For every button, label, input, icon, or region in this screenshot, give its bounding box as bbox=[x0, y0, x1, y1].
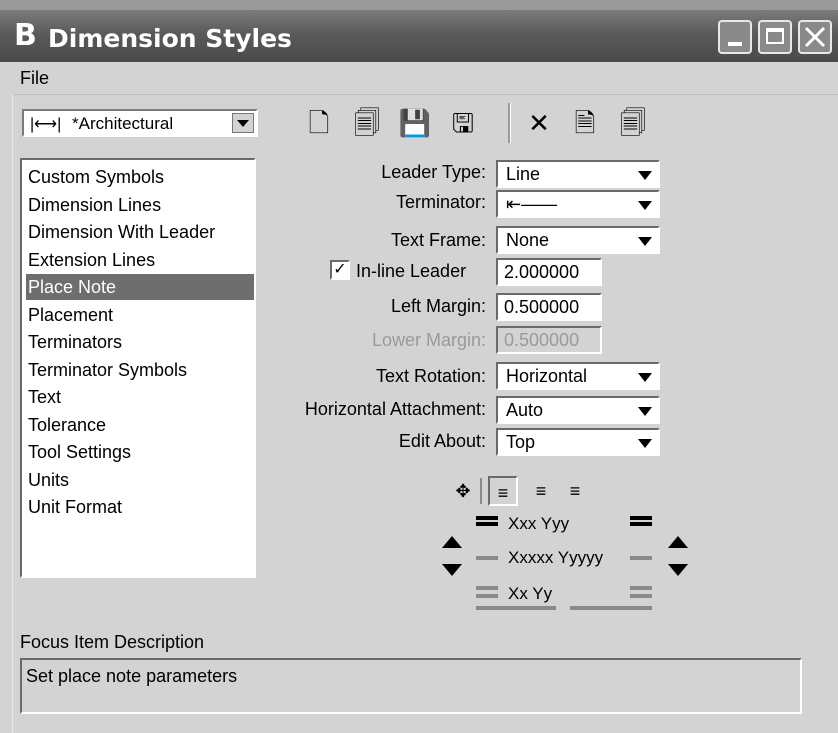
text-rotation-select[interactable]: Horizontal bbox=[496, 362, 660, 390]
menu-bar: File bbox=[0, 62, 838, 95]
category-list[interactable]: Custom Symbols Dimension Lines Dimension W… bbox=[20, 158, 256, 578]
preview-line-marker bbox=[630, 586, 652, 590]
minimize-button[interactable] bbox=[718, 20, 752, 54]
category-item[interactable]: Units bbox=[26, 467, 254, 493]
edit-about-label: Edit About: bbox=[398, 431, 486, 451]
left-margin-field[interactable]: 0.500000 bbox=[496, 293, 602, 321]
preview-up-arrow-icon[interactable] bbox=[442, 536, 462, 548]
maximize-icon bbox=[766, 28, 784, 44]
chevron-down-icon bbox=[638, 439, 652, 448]
new-style-icon[interactable]: 🗋 bbox=[300, 104, 338, 142]
leader-type-select[interactable]: Line bbox=[496, 160, 660, 188]
terminator-select[interactable]: ⇤—— bbox=[496, 190, 660, 218]
delete-icon[interactable]: ✕ bbox=[520, 104, 558, 142]
align-right-button[interactable]: ≡ bbox=[560, 476, 590, 506]
preview-line-marker bbox=[476, 556, 498, 560]
minimize-icon bbox=[728, 42, 742, 46]
preview-line-marker bbox=[630, 594, 652, 598]
chevron-down-icon bbox=[638, 171, 652, 180]
dimension-style-icon: |⟷| bbox=[30, 116, 62, 133]
preview-up-arrow-icon[interactable] bbox=[668, 536, 688, 548]
category-item[interactable]: Terminator Symbols bbox=[26, 357, 254, 383]
reset-icon[interactable]: 🗎 bbox=[566, 104, 604, 142]
preview-line-marker bbox=[476, 594, 498, 598]
horizontal-attachment-select[interactable]: Auto bbox=[496, 396, 660, 424]
close-icon bbox=[804, 26, 826, 48]
dimension-styles-window: B Dimension Styles File |⟷| *Architectur… bbox=[0, 0, 838, 733]
preview-line-3: Xx Yy bbox=[508, 584, 553, 603]
horizontal-attachment-label: Horizontal Attachment: bbox=[304, 399, 486, 419]
category-item[interactable]: Text bbox=[26, 384, 254, 410]
compare-icon[interactable]: 🗐 bbox=[614, 104, 652, 142]
chevron-down-icon bbox=[638, 201, 652, 210]
category-item[interactable]: Custom Symbols bbox=[26, 164, 254, 190]
text-frame-select[interactable]: None bbox=[496, 226, 660, 254]
inline-leader-label: In-line Leader bbox=[356, 261, 467, 281]
maximize-button[interactable] bbox=[758, 20, 792, 54]
category-item[interactable]: Extension Lines bbox=[26, 247, 254, 273]
terminator-label: Terminator: bbox=[395, 192, 486, 212]
preview-line-marker bbox=[630, 556, 652, 560]
preview-line-marker bbox=[476, 516, 498, 520]
menu-file[interactable]: File bbox=[20, 68, 49, 89]
preview-line-marker bbox=[476, 522, 498, 526]
chevron-down-icon bbox=[237, 120, 249, 127]
category-item[interactable]: Terminators bbox=[26, 329, 254, 355]
lower-margin-field: 0.500000 bbox=[496, 326, 602, 354]
preview-down-arrow-icon[interactable] bbox=[668, 564, 688, 576]
chevron-down-icon bbox=[638, 407, 652, 416]
text-rotation-label: Text Rotation: bbox=[375, 366, 486, 386]
category-item[interactable]: Dimension Lines bbox=[26, 192, 254, 218]
category-item[interactable]: Place Note bbox=[26, 274, 254, 300]
category-item[interactable]: Dimension With Leader bbox=[26, 219, 254, 245]
preview-underline bbox=[570, 606, 652, 610]
preview-down-arrow-icon[interactable] bbox=[442, 564, 462, 576]
lower-margin-label: Lower Margin: bbox=[371, 330, 486, 350]
note-preview: ✥ ≡ ≡ ≡ Xxx Yyy Xxxxx Yyyyy Xx Yy bbox=[440, 476, 690, 626]
preview-line-1: Xxx Yyy bbox=[508, 514, 570, 533]
move-handle-icon[interactable]: ✥ bbox=[448, 476, 478, 506]
left-margin-label: Left Margin: bbox=[390, 296, 486, 316]
chevron-down-icon bbox=[638, 237, 652, 246]
style-properties-icon[interactable]: 🗐 bbox=[348, 104, 386, 142]
close-button[interactable] bbox=[798, 20, 832, 54]
save-as-icon[interactable]: 🖫 bbox=[444, 104, 482, 142]
inline-leader-field[interactable]: 2.000000 bbox=[496, 258, 602, 286]
category-item[interactable]: Unit Format bbox=[26, 494, 254, 520]
inline-leader-checkbox[interactable]: ✓ bbox=[330, 260, 350, 280]
bentley-b-icon: B bbox=[14, 18, 37, 53]
focus-item-description: Set place note parameters bbox=[20, 658, 802, 714]
category-item[interactable]: Placement bbox=[26, 302, 254, 328]
dimension-style-value: *Architectural bbox=[72, 114, 174, 133]
preview-line-marker bbox=[630, 522, 652, 526]
terminator-arrow-icon: ⇤—— bbox=[506, 194, 558, 214]
align-left-button[interactable]: ≡ bbox=[488, 476, 518, 506]
dimension-style-combo[interactable]: |⟷| *Architectural bbox=[22, 109, 258, 137]
focus-item-label: Focus Item Description bbox=[20, 632, 205, 652]
preview-separator bbox=[480, 478, 482, 504]
window-title: Dimension Styles bbox=[48, 24, 292, 53]
text-frame-label: Text Frame: bbox=[390, 230, 486, 250]
chevron-down-icon bbox=[638, 373, 652, 382]
preview-line-marker bbox=[630, 516, 652, 520]
category-item[interactable]: Tool Settings bbox=[26, 439, 254, 465]
toolbar-separator bbox=[508, 103, 511, 143]
leader-type-label: Leader Type: bbox=[381, 162, 486, 182]
align-center-button[interactable]: ≡ bbox=[526, 476, 556, 506]
category-item[interactable]: Tolerance bbox=[26, 412, 254, 438]
preview-line-2: Xxxxx Yyyyy bbox=[508, 548, 604, 567]
combo-dropdown-button[interactable] bbox=[232, 113, 254, 133]
title-bar[interactable]: B Dimension Styles bbox=[0, 0, 838, 62]
preview-underline bbox=[476, 606, 556, 610]
edit-about-select[interactable]: Top bbox=[496, 428, 660, 456]
save-icon[interactable]: 💾 bbox=[396, 104, 434, 142]
window-left-edge bbox=[0, 94, 13, 733]
preview-line-marker bbox=[476, 586, 498, 590]
